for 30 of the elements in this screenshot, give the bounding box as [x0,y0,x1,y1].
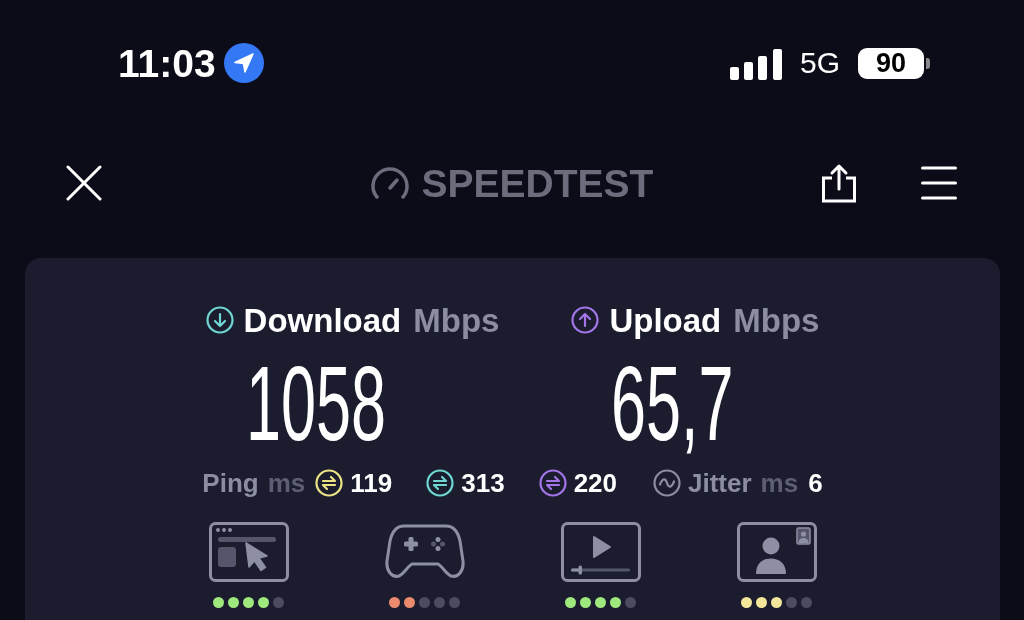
menu-icon [921,166,957,200]
menu-button[interactable] [921,166,957,200]
signal-bars-icon [729,48,782,80]
wave-circle-icon [653,469,681,497]
share-button[interactable] [821,163,857,203]
unit-label: ms [267,470,306,496]
app-logo: SPEEDTEST [421,163,654,203]
unit-label: Mbps [733,303,820,337]
ping-value: 220 [573,470,617,496]
browser-window-icon [208,522,289,582]
close-button[interactable] [66,165,102,201]
unit-label: Mbps [413,303,500,337]
unit-label: ms [760,470,799,496]
network-type: 5G [799,48,840,78]
speed-label: Upload [609,303,722,337]
jitter-label: Jitter [688,470,752,496]
gauge-icon [369,167,410,199]
share-icon [821,163,857,203]
status-time: 11:03 [118,43,216,83]
ping-value: 313 [461,470,505,496]
close-icon [66,165,102,201]
video-call-icon [736,522,817,582]
battery-indicator: 90 [858,47,930,79]
speed-value: 1058 [245,351,386,456]
speed-label: Download [243,303,402,337]
ping-value: 119 [350,470,393,496]
video-player-icon [560,522,641,582]
jitter-value: 6 [808,470,823,496]
speed-value: 65,7 [611,351,735,456]
ping-label: Ping [202,470,259,496]
